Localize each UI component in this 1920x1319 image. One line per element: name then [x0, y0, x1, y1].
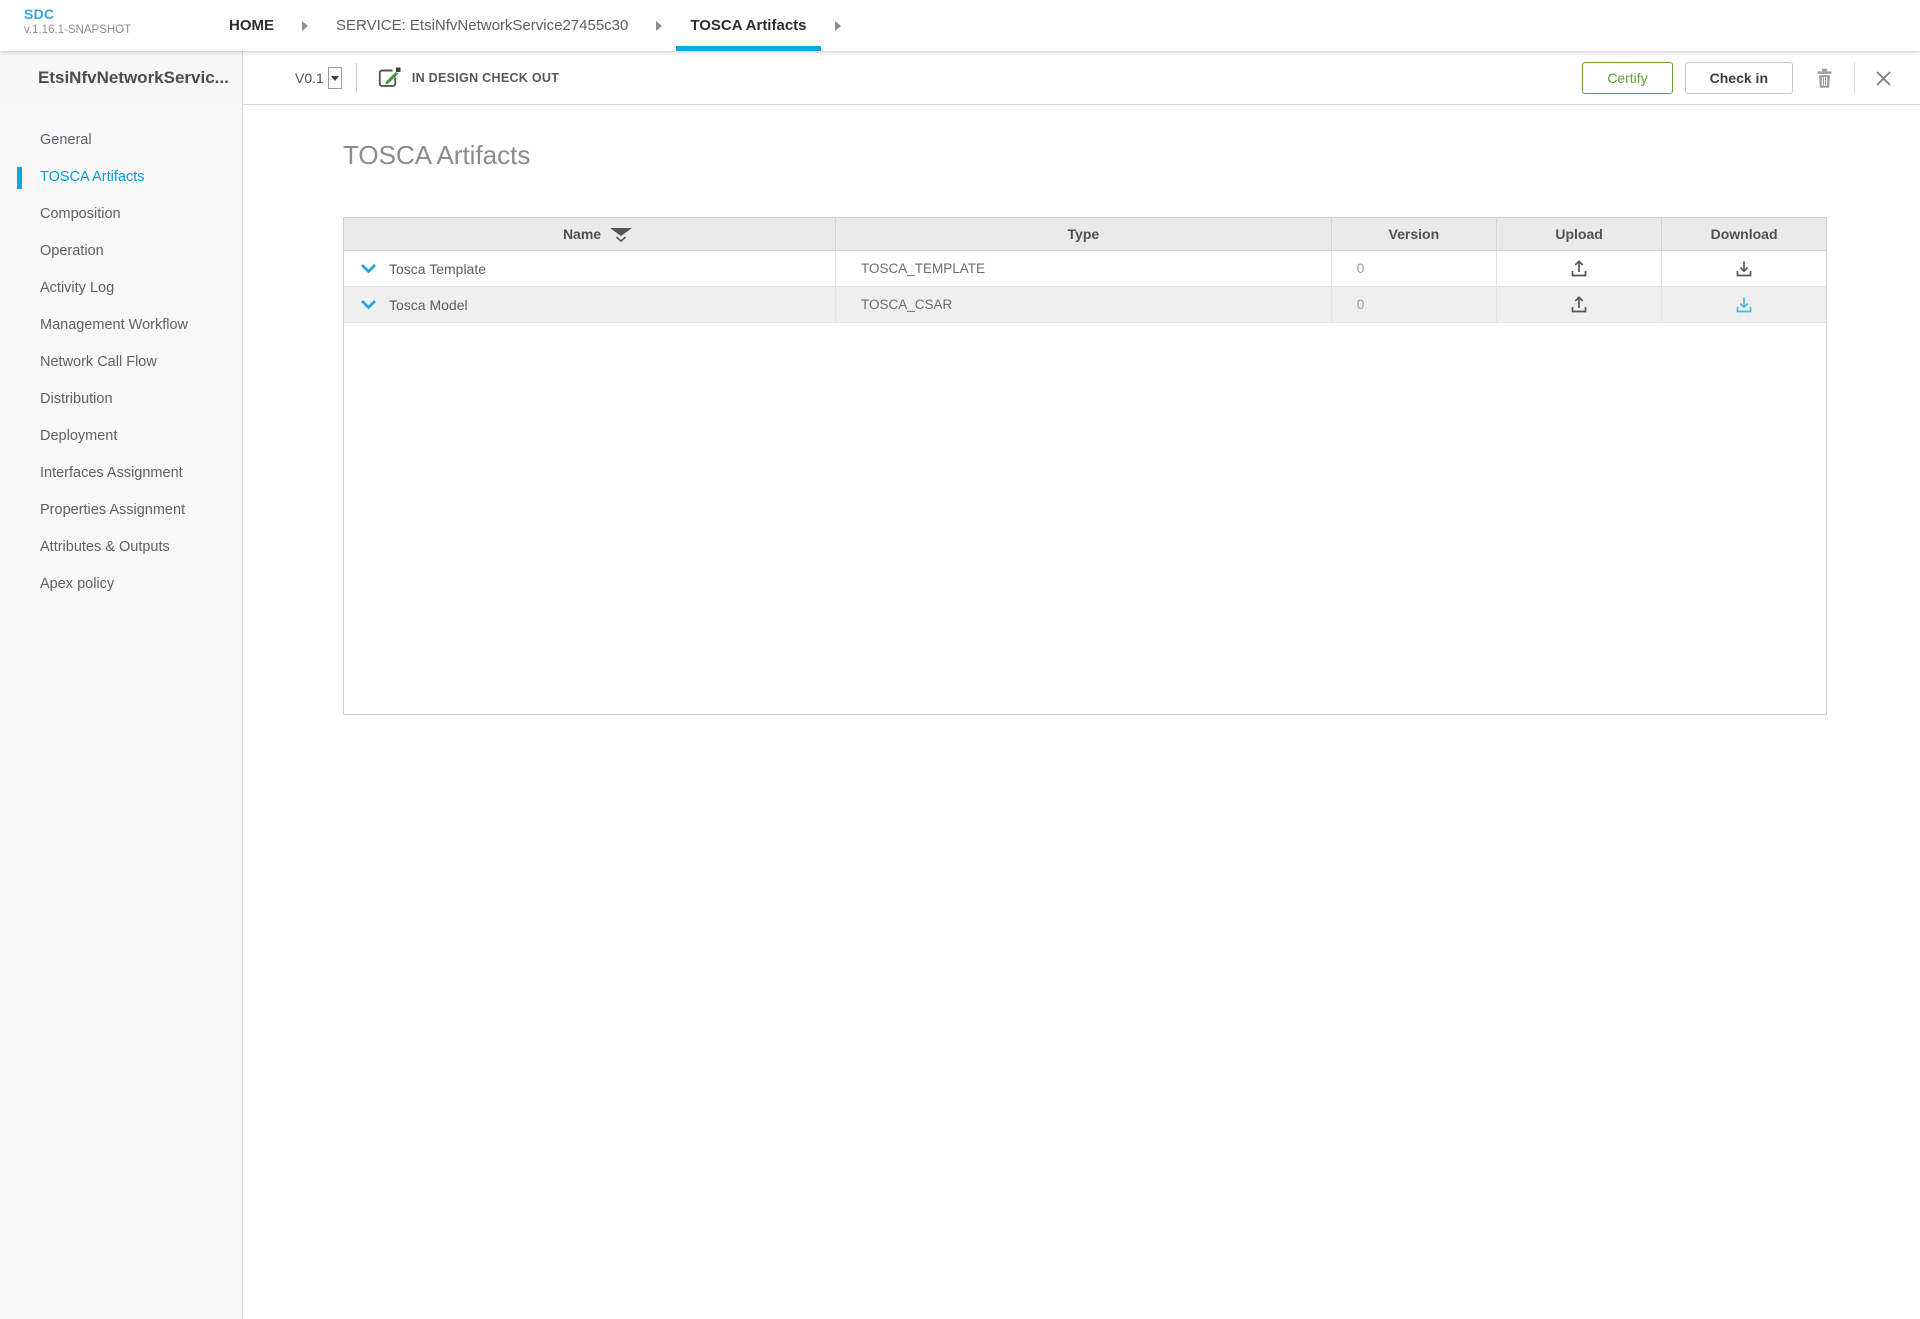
sidebar-item-tosca-artifacts[interactable]: TOSCA Artifacts — [0, 159, 242, 196]
version-label: V0.1 — [295, 70, 324, 86]
divider — [1854, 62, 1855, 94]
download-icon — [1734, 295, 1754, 314]
checkout-edit-icon — [375, 66, 402, 91]
app-build-version: v.1.16.1-SNAPSHOT — [24, 24, 131, 36]
table-row: Tosca Model TOSCA_CSAR 0 — [344, 287, 1826, 323]
breadcrumb-arrow-icon — [656, 21, 662, 31]
artifact-type: TOSCA_CSAR — [861, 297, 952, 312]
page-title: TOSCA Artifacts — [343, 140, 530, 171]
column-header-download: Download — [1662, 218, 1826, 250]
sidebar-item-network-call-flow[interactable]: Network Call Flow — [0, 344, 242, 381]
upload-button[interactable] — [1565, 255, 1593, 282]
expand-row-button[interactable] — [360, 299, 377, 310]
breadcrumb-service[interactable]: SERVICE: EtsiNfvNetworkService27455c30 — [322, 0, 642, 51]
app-logo-text: SDC — [24, 6, 131, 22]
version-dropdown[interactable] — [328, 67, 342, 89]
column-header-type: Type — [836, 218, 1332, 250]
download-button[interactable] — [1730, 255, 1758, 282]
sidebar-item-activity-log[interactable]: Activity Log — [0, 270, 242, 307]
artifact-version: 0 — [1357, 297, 1365, 312]
breadcrumb-home[interactable]: HOME — [215, 0, 288, 51]
divider — [356, 63, 357, 93]
certify-button[interactable]: Certify — [1582, 62, 1672, 94]
entity-name: EtsiNfvNetworkServic... — [0, 68, 229, 88]
download-button[interactable] — [1730, 291, 1758, 318]
sort-descending-icon — [610, 228, 632, 243]
sidebar-item-properties-assignment[interactable]: Properties Assignment — [0, 492, 242, 529]
chevron-down-icon — [331, 76, 339, 81]
column-header-version: Version — [1332, 218, 1497, 250]
table-empty-area — [344, 323, 1826, 714]
upload-button[interactable] — [1565, 291, 1593, 318]
lifecycle-status-label: IN DESIGN CHECK OUT — [412, 71, 559, 85]
check-in-button[interactable]: Check in — [1685, 62, 1793, 94]
artifact-name: Tosca Template — [389, 261, 486, 277]
delete-button[interactable] — [1809, 62, 1840, 95]
sidebar-item-attributes-outputs[interactable]: Attributes & Outputs — [0, 529, 242, 566]
trash-icon — [1815, 68, 1834, 89]
upload-icon — [1569, 295, 1589, 314]
app-logo: SDC v.1.16.1-SNAPSHOT — [24, 6, 131, 36]
entity-header: EtsiNfvNetworkServic... — [0, 51, 243, 105]
artifact-name: Tosca Model — [389, 297, 468, 313]
sidebar-item-general[interactable]: General — [0, 122, 242, 159]
version-status-group: V0.1 IN DESIGN CHECK OUT — [295, 51, 559, 105]
sidebar-item-composition[interactable]: Composition — [0, 196, 242, 233]
expand-row-button[interactable] — [360, 263, 377, 274]
artifact-version: 0 — [1357, 261, 1365, 276]
close-icon — [1875, 70, 1892, 87]
table-header-row: Name Type Version Upload Download — [344, 218, 1826, 251]
sidebar-item-deployment[interactable]: Deployment — [0, 418, 242, 455]
chevron-down-icon — [360, 299, 377, 310]
sidebar-item-apex-policy[interactable]: Apex policy — [0, 566, 242, 603]
download-icon — [1734, 259, 1754, 278]
tosca-artifacts-table: Name Type Version Upload Download Tosca … — [343, 217, 1827, 715]
sidebar-item-operation[interactable]: Operation — [0, 233, 242, 270]
header-actions: Certify Check in — [1582, 51, 1898, 105]
artifact-type: TOSCA_TEMPLATE — [861, 261, 985, 276]
close-button[interactable] — [1869, 64, 1898, 93]
upload-icon — [1569, 259, 1589, 278]
breadcrumb: HOME SERVICE: EtsiNfvNetworkService27455… — [215, 0, 855, 51]
left-nav-sidebar: General TOSCA Artifacts Composition Oper… — [0, 105, 243, 1319]
breadcrumb-tosca-artifacts[interactable]: TOSCA Artifacts — [676, 0, 820, 51]
sidebar-item-management-workflow[interactable]: Management Workflow — [0, 307, 242, 344]
column-header-upload: Upload — [1497, 218, 1662, 250]
table-row: Tosca Template TOSCA_TEMPLATE 0 — [344, 251, 1826, 287]
breadcrumb-arrow-icon — [302, 21, 308, 31]
column-header-name[interactable]: Name — [344, 218, 836, 250]
main-content: TOSCA Artifacts Name Type Version Upload… — [244, 105, 1920, 1319]
sidebar-item-interfaces-assignment[interactable]: Interfaces Assignment — [0, 455, 242, 492]
sidebar-item-distribution[interactable]: Distribution — [0, 381, 242, 418]
workspace-header: EtsiNfvNetworkServic... V0.1 IN DESIGN C… — [0, 51, 1920, 105]
top-nav-bar: SDC v.1.16.1-SNAPSHOT HOME SERVICE: Etsi… — [0, 0, 1920, 51]
chevron-down-icon — [360, 263, 377, 274]
breadcrumb-arrow-icon — [835, 21, 841, 31]
